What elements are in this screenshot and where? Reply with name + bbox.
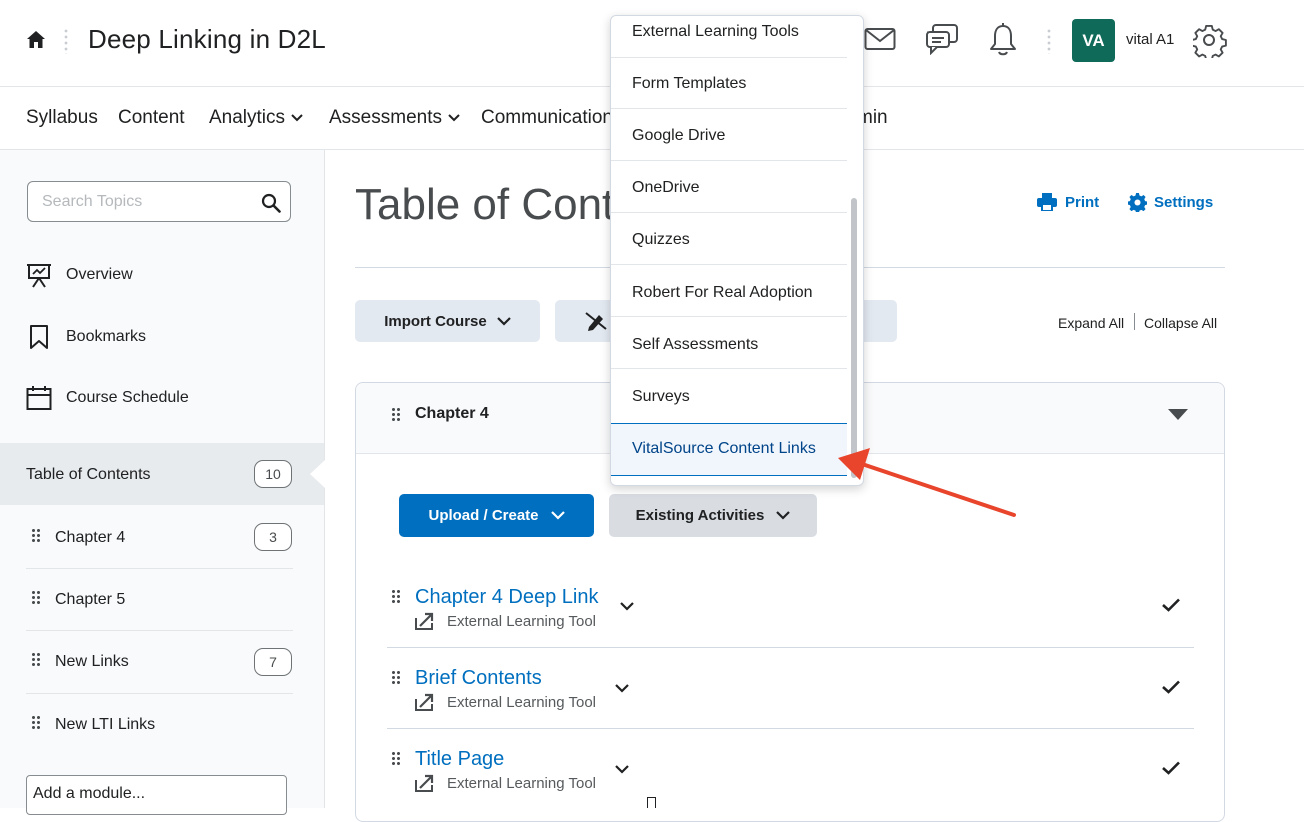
chevron-down-icon — [550, 511, 565, 520]
drag-handle-icon[interactable] — [391, 670, 401, 686]
divider — [26, 693, 293, 694]
course-title[interactable]: Deep Linking in D2L — [88, 24, 326, 55]
drag-handle-icon[interactable] — [391, 407, 401, 423]
chevron-down-icon[interactable] — [615, 765, 629, 774]
print-label: Print — [1065, 193, 1100, 211]
divider — [1134, 313, 1135, 330]
sidebar-module-chapter-4[interactable]: Chapter 4 — [55, 529, 125, 547]
external-tool-icon — [415, 774, 435, 792]
external-tool-icon — [415, 693, 435, 711]
drag-handle-icon[interactable] — [31, 715, 41, 731]
bookmark-icon — [29, 324, 49, 350]
page-title: Table of Conte — [355, 180, 639, 229]
nav-communication[interactable]: Communication — [481, 107, 613, 129]
dropdown-scrollbar-thumb[interactable] — [851, 198, 857, 478]
pencil-icon — [585, 311, 607, 331]
toc-count-badge: 10 — [254, 460, 292, 488]
chevron-down-icon — [776, 511, 791, 520]
divider — [387, 728, 1194, 729]
gear-icon[interactable] — [1193, 24, 1227, 58]
divider — [26, 630, 293, 631]
topic-type: External Learning Tool — [447, 613, 596, 630]
divider — [26, 568, 293, 569]
print-button[interactable]: Print — [1037, 193, 1099, 211]
import-course-button[interactable]: Import Course — [355, 300, 540, 342]
chevron-down-icon — [448, 114, 460, 122]
settings-button[interactable]: Settings — [1128, 193, 1213, 212]
gear-icon — [1128, 193, 1147, 212]
active-indicator — [310, 460, 325, 488]
topic-title-link[interactable]: Chapter 4 Deep Link — [415, 586, 598, 609]
menu-item-label-highlighted[interactable]: VitalSource Content Links — [632, 440, 816, 458]
external-tool-icon — [415, 612, 435, 630]
sidebar-toc-label[interactable]: Table of Contents — [26, 466, 151, 484]
sidebar-course-schedule[interactable]: Course Schedule — [66, 389, 189, 407]
mouse-cursor — [647, 797, 656, 808]
menu-item-label[interactable]: OneDrive — [632, 179, 700, 197]
topic-title-link[interactable]: Title Page — [415, 748, 504, 771]
sidebar-overview[interactable]: Overview — [66, 266, 133, 284]
annotation-arrow-icon — [830, 440, 1020, 522]
printer-icon — [1037, 193, 1057, 211]
home-icon[interactable] — [26, 30, 46, 50]
menu-item-label[interactable]: Quizzes — [632, 231, 690, 249]
nav-analytics[interactable]: Analytics — [209, 107, 303, 129]
menu-item-label[interactable]: External Learning Tools — [632, 23, 799, 41]
menu-item-label[interactable]: Robert For Real Adoption — [632, 284, 813, 302]
module-count-badge: 7 — [254, 648, 292, 676]
topic-title-link[interactable]: Brief Contents — [415, 667, 542, 690]
topic-type: External Learning Tool — [447, 775, 596, 792]
chevron-down-icon[interactable] — [615, 684, 629, 693]
divider — [387, 647, 1194, 648]
settings-label: Settings — [1154, 194, 1214, 211]
nav-syllabus[interactable]: Syllabus — [26, 107, 98, 129]
user-name[interactable]: vital A1 — [1126, 31, 1174, 48]
sidebar-bookmarks[interactable]: Bookmarks — [66, 328, 146, 346]
topic-type: External Learning Tool — [447, 694, 596, 711]
sidebar-module-new-links[interactable]: New Links — [55, 653, 129, 671]
checkmark-icon[interactable] — [1162, 598, 1180, 612]
nav-assessments[interactable]: Assessments — [329, 107, 460, 129]
menu-item-label[interactable]: Form Templates — [632, 75, 746, 93]
header-divider — [64, 28, 68, 54]
chevron-down-icon — [291, 114, 303, 122]
drag-handle-icon[interactable] — [31, 590, 41, 606]
checkmark-icon[interactable] — [1162, 680, 1180, 694]
menu-item-label[interactable]: Surveys — [632, 388, 690, 406]
add-module-placeholder[interactable]: Add a module... — [33, 785, 145, 803]
bell-icon[interactable] — [988, 23, 1018, 57]
calendar-icon — [26, 385, 52, 411]
sidebar-module-new-lti-links[interactable]: New LTI Links — [55, 716, 155, 734]
caret-down-icon[interactable] — [1168, 409, 1188, 420]
mail-icon[interactable] — [864, 27, 896, 51]
upload-create-label: Upload / Create — [428, 507, 539, 524]
drag-handle-icon[interactable] — [31, 652, 41, 668]
expand-all-link[interactable]: Expand All — [1058, 315, 1124, 331]
module-count-badge: 3 — [254, 523, 292, 551]
nav-content[interactable]: Content — [118, 107, 185, 129]
existing-activities-button[interactable]: Existing Activities — [609, 494, 817, 537]
collapse-all-link[interactable]: Collapse All — [1144, 315, 1217, 331]
checkmark-icon[interactable] — [1162, 761, 1180, 775]
search-icon[interactable] — [261, 193, 281, 213]
upload-create-button[interactable]: Upload / Create — [399, 494, 594, 537]
drag-handle-icon[interactable] — [31, 528, 41, 544]
import-course-label: Import Course — [384, 312, 487, 330]
presentation-icon — [26, 263, 52, 289]
search-placeholder[interactable]: Search Topics — [42, 193, 142, 211]
menu-item-label[interactable]: Self Assessments — [632, 336, 758, 354]
chevron-down-icon[interactable] — [620, 602, 634, 611]
menu-item-label[interactable]: Google Drive — [632, 127, 725, 145]
drag-handle-icon[interactable] — [391, 751, 401, 767]
drag-handle-icon[interactable] — [391, 589, 401, 605]
module-title[interactable]: Chapter 4 — [415, 405, 489, 423]
avatar[interactable]: VA — [1072, 19, 1115, 62]
sidebar-module-chapter-5[interactable]: Chapter 5 — [55, 591, 125, 609]
header-divider — [1047, 28, 1051, 54]
chat-icon[interactable] — [925, 23, 959, 55]
existing-activities-label: Existing Activities — [635, 507, 765, 524]
chevron-down-icon — [496, 316, 511, 326]
